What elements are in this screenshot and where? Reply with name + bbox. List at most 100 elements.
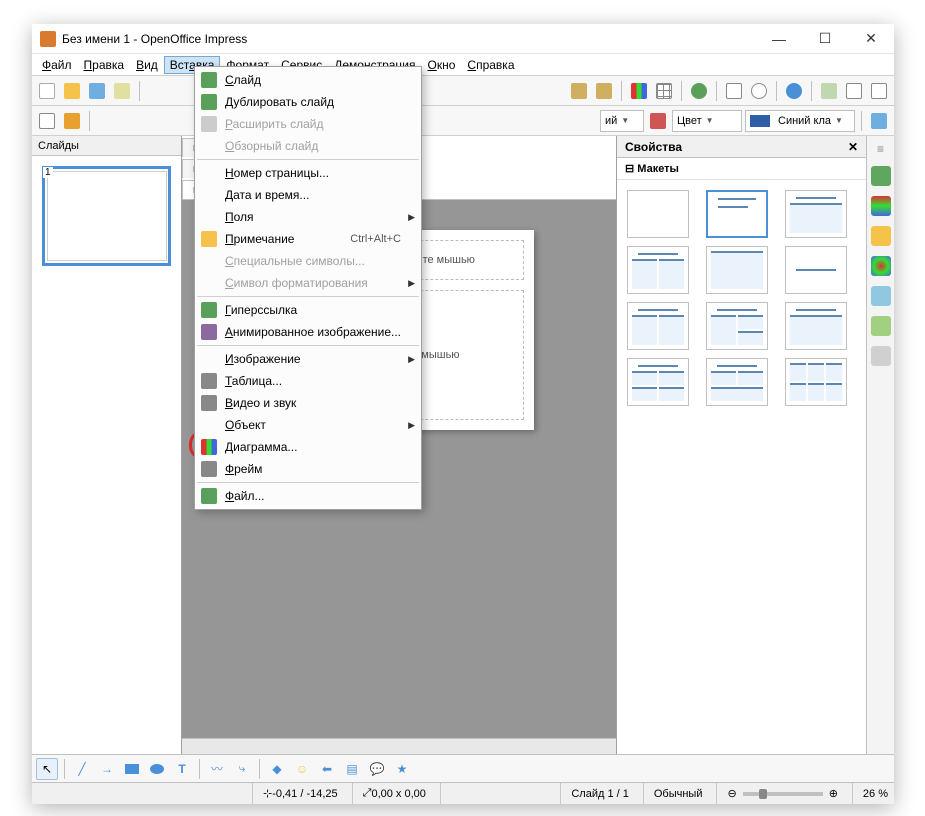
layout-content-only[interactable]	[706, 246, 768, 294]
shadow-button[interactable]	[868, 110, 890, 132]
arrow-tool[interactable]: →	[96, 758, 118, 780]
menu-item-12[interactable]: Изображение ▶	[195, 348, 421, 370]
ellipse-tool[interactable]	[146, 758, 168, 780]
close-button[interactable]: ✕	[848, 24, 894, 54]
menu-file[interactable]: Файл	[36, 56, 78, 74]
menu-item-3: Обзорный слайд	[195, 135, 421, 157]
layout-2x2[interactable]	[627, 302, 689, 350]
rect-tool[interactable]	[121, 758, 143, 780]
menu-item-11[interactable]: Анимированное изображение...	[195, 321, 421, 343]
file-icon	[201, 488, 217, 504]
gallery-button[interactable]	[818, 80, 840, 102]
menu-item-8: Специальные символы...	[195, 250, 421, 272]
slide-button[interactable]	[843, 80, 865, 102]
layout-three-top[interactable]	[706, 358, 768, 406]
menu-item-10[interactable]: Гиперссылка	[195, 299, 421, 321]
menu-icon[interactable]: ≡	[877, 142, 884, 156]
line-color-button[interactable]	[61, 110, 83, 132]
menu-item-5[interactable]: Дата и время...	[195, 184, 421, 206]
zoom-in-icon[interactable]: ⊕	[829, 787, 838, 800]
presentation-button[interactable]	[868, 80, 890, 102]
new-doc-button[interactable]	[36, 80, 58, 102]
drawing-toolbar: ↖ ╱ → T 〰 ⤷ ◆ ☺ ⬅ ▤ 💬 ★	[32, 754, 894, 782]
line-style-dropdown[interactable]: ий▼	[600, 110, 644, 132]
submenu-arrow-icon: ▶	[408, 354, 415, 365]
expand-icon	[201, 116, 217, 132]
fill-bucket-button[interactable]	[647, 110, 669, 132]
custom-anim-icon[interactable]	[871, 226, 891, 246]
close-icon[interactable]: ✕	[848, 140, 858, 154]
gallery-sidebar-icon[interactable]	[871, 316, 891, 336]
save-button[interactable]	[86, 80, 108, 102]
layout-title-content[interactable]	[785, 190, 847, 238]
block-arrows-tool[interactable]: ⬅	[316, 758, 338, 780]
layout-blank[interactable]	[627, 190, 689, 238]
table-button[interactable]	[653, 80, 675, 102]
select-tool[interactable]: ↖	[36, 758, 58, 780]
menu-item-label: Изображение	[225, 352, 401, 366]
slide-transition-icon[interactable]	[871, 256, 891, 276]
layout-two-content[interactable]	[627, 246, 689, 294]
slide-thumbnail[interactable]: 1	[42, 166, 171, 266]
menu-item-4[interactable]: Номер страницы...	[195, 162, 421, 184]
menu-view[interactable]: Вид	[130, 56, 164, 74]
menu-item-18[interactable]: Файл...	[195, 485, 421, 507]
zoom-out-icon[interactable]: ⊖	[727, 787, 736, 800]
menu-item-1[interactable]: Дублировать слайд	[195, 91, 421, 113]
hyperlink-button[interactable]	[688, 80, 710, 102]
menu-item-label: Дата и время...	[225, 188, 401, 202]
arrow-style-button[interactable]	[36, 110, 58, 132]
properties-header: Свойства ✕	[617, 136, 866, 158]
slides-panel: Слайды 1	[32, 136, 182, 754]
menu-item-0[interactable]: Слайд	[195, 69, 421, 91]
menu-item-label: Фрейм	[225, 462, 401, 476]
zoom-button[interactable]	[748, 80, 770, 102]
layout-four[interactable]	[627, 358, 689, 406]
callout-tool[interactable]: 💬	[366, 758, 388, 780]
menu-item-7[interactable]: ПримечаниеCtrl+Alt+C	[195, 228, 421, 250]
fill-type-dropdown[interactable]: Цвет▼	[672, 110, 742, 132]
minimize-button[interactable]: —	[756, 24, 802, 54]
menu-item-16[interactable]: Диаграмма...	[195, 436, 421, 458]
menu-item-17[interactable]: Фрейм	[195, 458, 421, 480]
line-tool[interactable]: ╱	[71, 758, 93, 780]
chart-icon	[201, 439, 217, 455]
zoom-slider[interactable]: ⊖ ⊕	[716, 783, 837, 804]
curve-tool[interactable]: 〰	[206, 758, 228, 780]
email-button[interactable]	[111, 80, 133, 102]
redo-button[interactable]	[593, 80, 615, 102]
symbol-shapes-tool[interactable]: ☺	[291, 758, 313, 780]
layout-right-two[interactable]	[785, 302, 847, 350]
properties-icon[interactable]	[871, 166, 891, 186]
layouts-section-header[interactable]: ⊟ Макеты	[617, 158, 866, 180]
horizontal-scrollbar[interactable]	[182, 738, 616, 754]
menu-item-label: Гиперссылка	[225, 303, 401, 317]
styles-icon[interactable]	[871, 286, 891, 306]
menu-item-6[interactable]: Поля▶	[195, 206, 421, 228]
layout-six[interactable]	[785, 358, 847, 406]
menu-window[interactable]: Окно	[422, 56, 462, 74]
stars-tool[interactable]: ★	[391, 758, 413, 780]
slide-icon	[201, 72, 217, 88]
basic-shapes-tool[interactable]: ◆	[266, 758, 288, 780]
menu-item-15[interactable]: Объект▶	[195, 414, 421, 436]
master-pages-icon[interactable]	[871, 196, 891, 216]
layout-left-two[interactable]	[706, 302, 768, 350]
navigator-sidebar-icon[interactable]	[871, 346, 891, 366]
navigator-button[interactable]	[723, 80, 745, 102]
menu-help[interactable]: Справка	[461, 56, 520, 74]
chart-button[interactable]	[628, 80, 650, 102]
text-tool[interactable]: T	[171, 758, 193, 780]
menu-item-13[interactable]: Таблица...	[195, 370, 421, 392]
undo-button[interactable]	[568, 80, 590, 102]
help-button[interactable]	[783, 80, 805, 102]
maximize-button[interactable]: ☐	[802, 24, 848, 54]
fill-color-dropdown[interactable]: Синий кла▼	[745, 110, 855, 132]
connector-tool[interactable]: ⤷	[231, 758, 253, 780]
layout-title[interactable]	[706, 190, 768, 238]
open-button[interactable]	[61, 80, 83, 102]
flowchart-tool[interactable]: ▤	[341, 758, 363, 780]
menu-item-14[interactable]: Видео и звук	[195, 392, 421, 414]
menu-edit[interactable]: Правка	[78, 56, 131, 74]
layout-centered[interactable]	[785, 246, 847, 294]
